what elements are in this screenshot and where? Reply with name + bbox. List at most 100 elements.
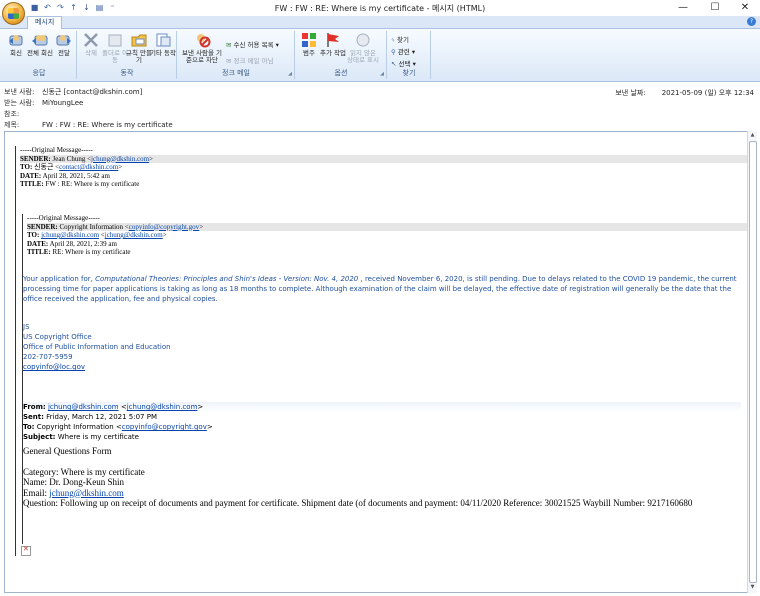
ribbon-tab-row: 메시지 ? [0, 16, 760, 29]
select-button[interactable]: ↖ 선택 ▾ [391, 58, 416, 68]
block-sender-button[interactable]: 보낸 사람을 기준으로 차단 [180, 32, 224, 64]
forward-icon [56, 35, 71, 46]
help-icon[interactable]: ? [747, 17, 756, 26]
minimize-button[interactable]: — [668, 1, 698, 15]
group-caption-options: 옵션 [334, 69, 348, 77]
original-message-1: -----Original Message----- SENDER: Jean … [20, 146, 748, 189]
orig2-to-email-2[interactable]: jchung@dkshin.com [105, 231, 163, 239]
scroll-thumb[interactable] [749, 141, 757, 583]
fwd-subject: Subject: Where is my certificate [23, 433, 139, 441]
fwd-to-email[interactable]: copyinfo@copyright.gov [122, 423, 207, 431]
delete-icon [84, 33, 98, 47]
from-value[interactable]: 신동근 [contact@dkshin.com] [42, 88, 142, 96]
ribbon-group-actions: 삭제 폴더로 이동 규칙 만들기 기타 동작 동작 [78, 31, 177, 79]
not-junk-button[interactable]: ✉ 정크 메일 아님 [226, 55, 274, 65]
office-button[interactable] [2, 2, 25, 25]
options-dialog-launcher-icon[interactable]: ◢ [380, 71, 384, 77]
form-category: Category: Where is my certificate [23, 466, 145, 477]
orig1-title: TITLE: FW : RE: Where is my certificate [20, 180, 140, 188]
sig-initials: JS [23, 323, 30, 331]
orig1-date: DATE: April 28, 2021, 5:42 am [20, 171, 110, 180]
related-button[interactable]: ⚲ 관련 ▾ [391, 46, 415, 56]
message-body[interactable]: -----Original Message----- SENDER: Jean … [4, 131, 749, 593]
categorize-icon [302, 33, 316, 47]
maximize-button[interactable]: ☐ [700, 1, 730, 15]
original-message-2: -----Original Message----- SENDER: Copyr… [27, 214, 747, 257]
orig2-sender-email[interactable]: copyinfo@copyright.gov [129, 223, 199, 231]
junk-dialog-launcher-icon[interactable]: ◢ [288, 71, 292, 77]
form-heading: General Questions Form [23, 446, 112, 456]
ribbon: 회신 전체 회신 전달 응답 삭제 폴더로 이동 규칙 만들기 기타 동작 동작 [0, 29, 760, 82]
select-icon: ↖ [391, 60, 397, 68]
header-subject: 제목: FW : FW : RE: Where is my certificate [4, 121, 173, 129]
broken-image-icon [21, 545, 31, 556]
form-email: Email: jchung@dkshin.com [23, 487, 124, 498]
window-title: FW : FW : RE: Where is my certificate - … [274, 4, 486, 13]
orig2-to-email-1[interactable]: jchung@dkshin.com [41, 231, 99, 239]
header-cc: 참조: [4, 110, 20, 118]
safe-list-button[interactable]: ✉ 수신 허용 목록 ▾ [226, 39, 279, 49]
header-to: 받는 사람: MiYoungLee [4, 99, 84, 107]
orig1-to: TO: 신동근 <contact@dkshin.com> [20, 163, 123, 171]
fwd-from-email-1[interactable]: jchung@dkshin.com [48, 403, 119, 411]
title-bar: ■ ↶ ↷ ↑ ↓ ▤ ⁼ FW : FW : RE: Where is my … [0, 0, 760, 16]
other-actions-button[interactable]: 기타 동작 [150, 32, 176, 57]
original-divider-2: -----Original Message----- [27, 214, 100, 222]
mark-unread-icon [356, 33, 370, 47]
scroll-up-icon[interactable]: ▲ [749, 132, 756, 140]
fwd-from-email-2[interactable]: jchung@dkshin.com [127, 403, 198, 411]
orig1-to-email[interactable]: contact@dkshin.com [59, 163, 118, 171]
close-button[interactable]: ✕ [730, 1, 760, 15]
scroll-down-icon[interactable]: ▼ [749, 584, 756, 592]
ribbon-group-respond: 회신 전체 회신 전달 응답 [2, 31, 77, 79]
create-rule-button[interactable]: 규칙 만들기 [126, 32, 152, 64]
delete-button[interactable]: 삭제 [78, 32, 104, 57]
safe-list-icon: ✉ [226, 41, 232, 49]
reply-all-icon [32, 35, 48, 46]
vertical-scrollbar[interactable]: ▲ ▼ [747, 131, 757, 593]
group-caption-respond: 응답 [32, 69, 46, 77]
orig2-date: DATE: April 28, 2021, 2:39 am [27, 239, 117, 248]
other-actions-icon [156, 33, 171, 47]
orig2-title: TITLE: RE: Where is my certificate [27, 248, 131, 256]
rules-icon [131, 34, 147, 47]
header-from: 보낸 사람: 신동근 [contact@dkshin.com] [4, 88, 143, 96]
office-logo-icon [8, 8, 19, 19]
reply-button[interactable]: 회신 [3, 32, 29, 57]
orig2-sender: SENDER: Copyright Information <copyinfo@… [27, 222, 747, 231]
forward-button[interactable]: 전달 [51, 32, 77, 57]
fwd-sent: Sent: Friday, March 12, 2021 5:07 PM [23, 413, 157, 421]
group-caption-actions: 동작 [120, 69, 134, 77]
related-icon: ⚲ [391, 48, 396, 56]
questions-form: General Questions Form Category: Where i… [23, 446, 741, 509]
block-sender-icon [197, 34, 211, 48]
fwd-from: From: jchung@dkshin.com <jchung@dkshin.c… [23, 402, 741, 412]
sig-office: US Copyright Office [23, 333, 92, 341]
mark-unread-button[interactable]: 읽지 않은 상태로 표시 [346, 32, 380, 64]
form-name: Name: Dr. Dong-Keun Shin [23, 477, 124, 487]
orig1-sender-email[interactable]: jchung@dkshin.com [91, 155, 149, 163]
group-caption-junk: 정크 메일 [222, 69, 250, 77]
sig-phone: 202-707-5959 [23, 353, 73, 361]
move-to-folder-button[interactable]: 폴더로 이동 [102, 32, 128, 64]
work-title: Computational Theories: Principles and S… [95, 275, 359, 283]
follow-up-button[interactable]: 추가 작업 [320, 32, 346, 57]
orig1-sender: SENDER: Jean Chung <jchung@dkshin.com> [20, 154, 748, 163]
move-folder-icon [108, 34, 122, 47]
original-divider: -----Original Message----- [20, 146, 93, 154]
find-button[interactable]: ᛃ 찾기 [391, 34, 409, 44]
to-value[interactable]: MiYoungLee [42, 99, 83, 107]
follow-up-flag-icon [327, 33, 339, 47]
tab-message[interactable]: 메시지 [27, 16, 63, 29]
sig-dept: Office of Public Information and Educati… [23, 343, 171, 351]
not-junk-icon: ✉ [226, 57, 232, 65]
sig-email-link[interactable]: copyinfo@loc.gov [23, 362, 171, 372]
quote-level-1: -----Original Message----- SENDER: Jean … [15, 146, 748, 556]
quote-level-2: -----Original Message----- SENDER: Copyr… [22, 214, 747, 544]
signature-block: JS US Copyright Office Office of Public … [23, 322, 171, 372]
application-status-paragraph: Your application for, Computational Theo… [23, 275, 737, 303]
reply-all-button[interactable]: 전체 회신 [27, 32, 53, 57]
form-email-link[interactable]: jchung@dkshin.com [49, 488, 124, 498]
forward-header: From: jchung@dkshin.com <jchung@dkshin.c… [23, 402, 741, 442]
categorize-button[interactable]: 범주 [296, 32, 322, 57]
